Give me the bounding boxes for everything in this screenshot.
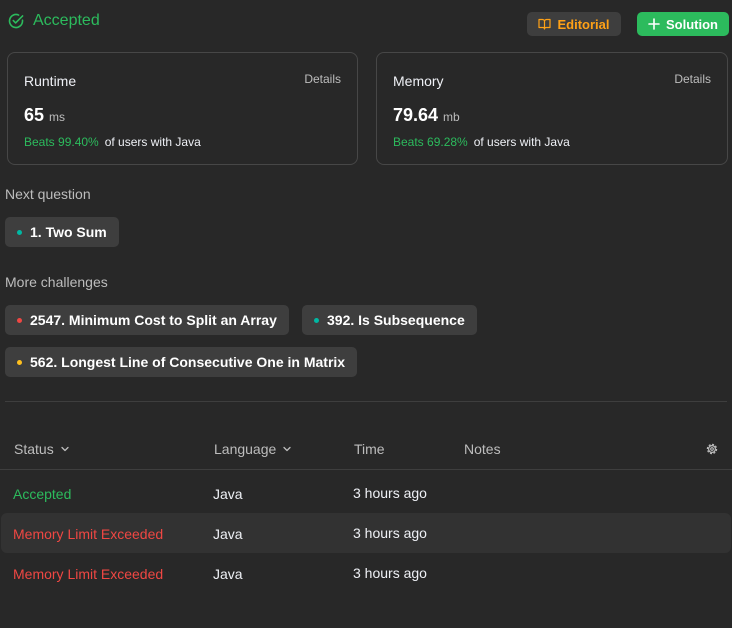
- submission-status: Accepted: [7, 12, 100, 30]
- row-language: Java: [213, 566, 243, 582]
- difficulty-dot: [17, 229, 22, 235]
- plus-icon: [648, 18, 660, 30]
- runtime-unit: ms: [49, 110, 66, 124]
- next-question-label: Next question: [5, 186, 91, 202]
- challenge-chip[interactable]: 562. Longest Line of Consecutive One in …: [5, 347, 358, 377]
- solution-label: Solution: [666, 16, 718, 32]
- chevron-down-icon: [282, 444, 292, 454]
- time-header-label: Time: [354, 441, 385, 457]
- editorial-button[interactable]: Editorial: [527, 12, 621, 36]
- challenge-chip[interactable]: 2547. Minimum Cost to Split an Array: [5, 305, 289, 335]
- difficulty-dot: [17, 359, 22, 365]
- status-label: Accepted: [33, 12, 100, 29]
- memory-beats: Beats 69.28% of users with Java: [393, 135, 570, 149]
- editorial-label: Editorial: [557, 16, 610, 32]
- memory-beats-suffix: of users with Java: [473, 135, 570, 149]
- runtime-details-link[interactable]: Details: [304, 72, 341, 86]
- memory-number: 79.64: [393, 105, 439, 125]
- row-language: Java: [213, 526, 243, 542]
- status-column-header[interactable]: Status: [14, 441, 70, 457]
- runtime-beats-suffix: of users with Java: [104, 135, 201, 149]
- result-header: Accepted Editorial Solution: [0, 0, 732, 48]
- challenge-title: 2547. Minimum Cost to Split an Array: [30, 312, 277, 328]
- challenge-chip[interactable]: 392. Is Subsequence: [302, 305, 477, 335]
- row-status: Memory Limit Exceeded: [13, 526, 164, 542]
- memory-value: 79.64 mb: [393, 105, 460, 126]
- section-divider: [5, 401, 727, 402]
- runtime-card: Runtime Details 65 ms Beats 99.40% of us…: [7, 52, 358, 165]
- chevron-down-icon: [60, 444, 70, 454]
- gear-icon[interactable]: [705, 442, 719, 456]
- solution-button[interactable]: Solution: [637, 12, 729, 36]
- memory-title: Memory: [393, 73, 444, 89]
- status-header-label: Status: [14, 441, 54, 457]
- runtime-number: 65: [24, 105, 45, 125]
- runtime-title: Runtime: [24, 73, 77, 89]
- submission-row[interactable]: Memory Limit Exceeded Java 3 hours ago: [1, 513, 731, 553]
- row-time: 3 hours ago: [353, 525, 427, 541]
- memory-unit: mb: [443, 110, 460, 124]
- difficulty-dot: [17, 317, 22, 323]
- row-language: Java: [213, 486, 243, 502]
- row-status: Memory Limit Exceeded: [13, 566, 164, 582]
- memory-details-link[interactable]: Details: [674, 72, 711, 86]
- memory-card: Memory Details 79.64 mb Beats 69.28% of …: [376, 52, 728, 165]
- runtime-value: 65 ms: [24, 105, 65, 126]
- row-status: Accepted: [13, 486, 72, 502]
- submission-row[interactable]: Memory Limit Exceeded Java 3 hours ago: [1, 553, 731, 593]
- difficulty-dot: [314, 317, 319, 323]
- language-column-header[interactable]: Language: [214, 441, 292, 457]
- notes-header-label: Notes: [464, 441, 501, 457]
- challenge-title: 392. Is Subsequence: [327, 312, 465, 328]
- row-time: 3 hours ago: [353, 485, 427, 501]
- runtime-beats: Beats 99.40% of users with Java: [24, 135, 201, 149]
- check-circle-icon: [7, 12, 25, 30]
- notes-column-header: Notes: [464, 441, 501, 457]
- row-time: 3 hours ago: [353, 565, 427, 581]
- submissions-table-header: Status Language Time Notes: [0, 428, 732, 470]
- challenge-title: 562. Longest Line of Consecutive One in …: [30, 354, 346, 370]
- book-icon: [538, 18, 552, 30]
- next-question-chip[interactable]: 1. Two Sum: [5, 217, 119, 247]
- language-header-label: Language: [214, 441, 277, 457]
- next-question-title: 1. Two Sum: [30, 224, 107, 240]
- memory-beats-percent: Beats 69.28%: [393, 135, 468, 149]
- submission-row[interactable]: Accepted Java 3 hours ago: [1, 473, 731, 513]
- time-column-header: Time: [354, 441, 385, 457]
- more-challenges-label: More challenges: [5, 274, 108, 290]
- runtime-beats-percent: Beats 99.40%: [24, 135, 99, 149]
